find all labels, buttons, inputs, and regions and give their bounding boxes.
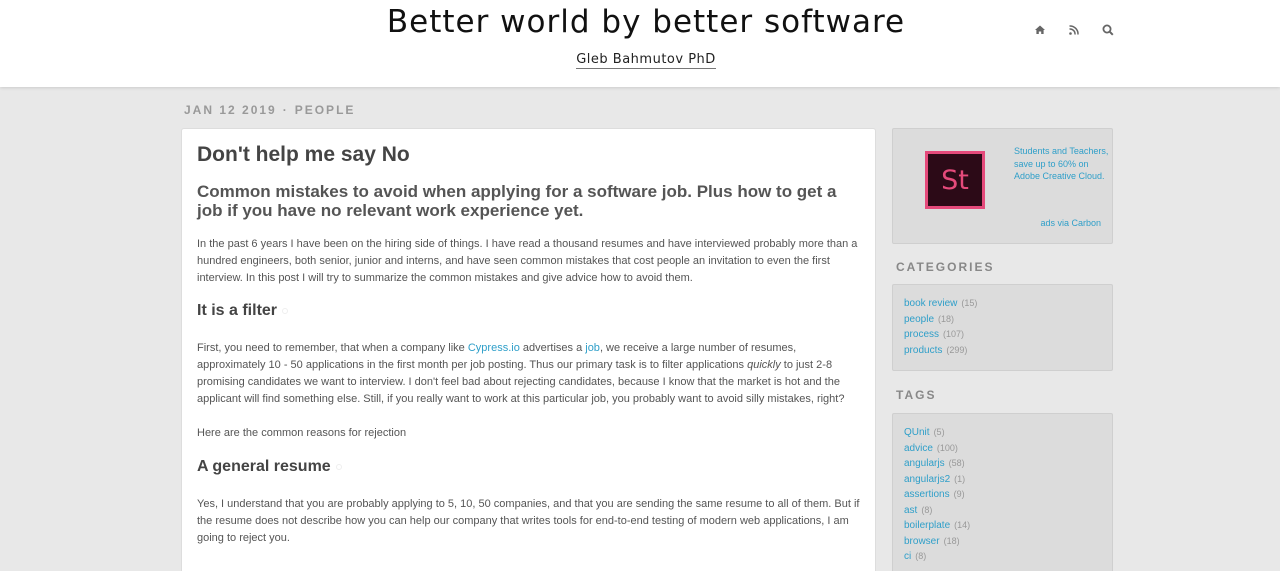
author-link[interactable]: Gleb Bahmutov PhD — [576, 52, 716, 69]
tag-item-link[interactable]: QUnit — [904, 427, 930, 438]
text-span: advertises a — [519, 342, 586, 354]
categories-list: book review (15) people (18) process (107) pro… — [893, 285, 1112, 368]
tag-item-count: (9) — [953, 489, 965, 499]
post-category[interactable]: PEOPLE — [295, 103, 356, 117]
category-item-count: (299) — [946, 344, 968, 355]
tag-item-link[interactable]: ci — [904, 551, 911, 562]
home-icon[interactable] — [1032, 22, 1048, 38]
category-item-link[interactable]: products — [904, 345, 942, 356]
category-item: book review (15) — [904, 296, 1101, 312]
category-item-link[interactable]: people — [904, 314, 934, 325]
anchor-link-icon[interactable] — [282, 307, 289, 314]
post-meta: JAN 12 2019 · PEOPLE — [184, 103, 355, 117]
tag-item-count: (100) — [936, 442, 958, 453]
tag-item-count: (18) — [943, 535, 960, 546]
tag-item-link[interactable]: advice — [904, 443, 933, 454]
tag-item: advice (100) — [904, 441, 1101, 457]
adobe-stock-logo[interactable]: St — [925, 151, 985, 209]
category-item-link[interactable]: process — [904, 329, 939, 340]
post-date: JAN 12 2019 — [184, 103, 277, 117]
tag-item-link[interactable]: boilerplate — [904, 520, 950, 531]
tag-item: ast (8) — [904, 503, 1101, 519]
cypress-link[interactable]: Cypress.io — [468, 342, 520, 354]
intro-paragraph: In the past 6 years I have been on the h… — [197, 238, 858, 284]
section-heading-text: A general resume — [197, 458, 331, 475]
rss-icon[interactable] — [1066, 22, 1082, 38]
filter-paragraph: First, you need to remember, that when a… — [197, 340, 860, 408]
tag-item: angularjs (58) — [904, 456, 1101, 472]
tag-item: ci (8) — [904, 549, 1101, 565]
ad-text[interactable]: Students and Teachers, save up to 60% on… — [1014, 145, 1109, 183]
tag-item: assertions (9) — [904, 487, 1101, 503]
meta-separator: · — [282, 103, 289, 117]
text-span: First, you need to remember, that when a… — [197, 342, 468, 354]
tag-item-link[interactable]: angularjs2 — [904, 474, 950, 485]
tag-item-count: (8) — [921, 504, 933, 515]
resume-paragraph: Yes, I understand that you are probably … — [197, 498, 860, 544]
search-icon[interactable] — [1100, 22, 1116, 38]
tag-item: angularjs2 (1) — [904, 472, 1101, 488]
tag-item-count: (1) — [954, 473, 966, 484]
ad-credit[interactable]: ads via Carbon — [1040, 218, 1101, 228]
category-item-count: (107) — [943, 329, 965, 339]
reasons-intro: Here are the common reasons for rejectio… — [197, 427, 407, 439]
tag-item-link[interactable]: assertions — [904, 489, 950, 500]
post-subtitle: Common mistakes to avoid when applying f… — [197, 182, 837, 220]
tag-item: QUnit (5) — [904, 425, 1101, 441]
category-item-count: (18) — [938, 313, 955, 324]
tags-list: QUnit (5) advice (100) angularjs (58) angularj… — [893, 414, 1112, 571]
tags-box: QUnit (5) advice (100) angularjs (58) angularj… — [892, 413, 1113, 571]
tag-item-link[interactable]: angularjs — [904, 458, 945, 469]
carbon-ad[interactable]: St Students and Teachers, save up to 60%… — [892, 128, 1113, 244]
post-title: Don't help me say No — [197, 143, 410, 166]
category-item-count: (15) — [961, 298, 978, 308]
tag-item-count: (8) — [915, 551, 927, 561]
anchor-link-icon[interactable] — [335, 463, 342, 470]
tag-item: boilerplate (14) — [904, 518, 1101, 534]
category-item: products (299) — [904, 343, 1101, 359]
tag-item-link[interactable]: ast — [904, 505, 917, 516]
category-item-link[interactable]: book review — [904, 298, 957, 309]
category-item: process (107) — [904, 327, 1101, 343]
tag-item-link[interactable]: browser — [904, 536, 940, 547]
categories-heading: CATEGORIES — [896, 260, 995, 274]
article: Don't help me say No Common mistakes to … — [181, 128, 876, 571]
tag-item-count: (5) — [933, 427, 945, 437]
header-icons — [1032, 22, 1116, 38]
section-heading-text: It is a filter — [197, 302, 278, 319]
tag-item-count: (58) — [948, 458, 965, 468]
author-link-wrap: Gleb Bahmutov PhD — [0, 50, 1280, 69]
section-heading-resume: A general resume — [197, 458, 860, 476]
categories-box: book review (15) people (18) process (107) pro… — [892, 284, 1113, 371]
tag-item-count: (14) — [954, 520, 971, 530]
category-item: people (18) — [904, 312, 1101, 328]
tags-heading: TAGS — [896, 388, 937, 402]
section-heading-filter: It is a filter — [197, 302, 860, 320]
site-header: Better world by better software Gleb Bah… — [0, 0, 1280, 87]
job-link[interactable]: job — [585, 342, 600, 354]
emphasis: quickly — [747, 359, 781, 371]
tag-item: browser (18) — [904, 534, 1101, 550]
